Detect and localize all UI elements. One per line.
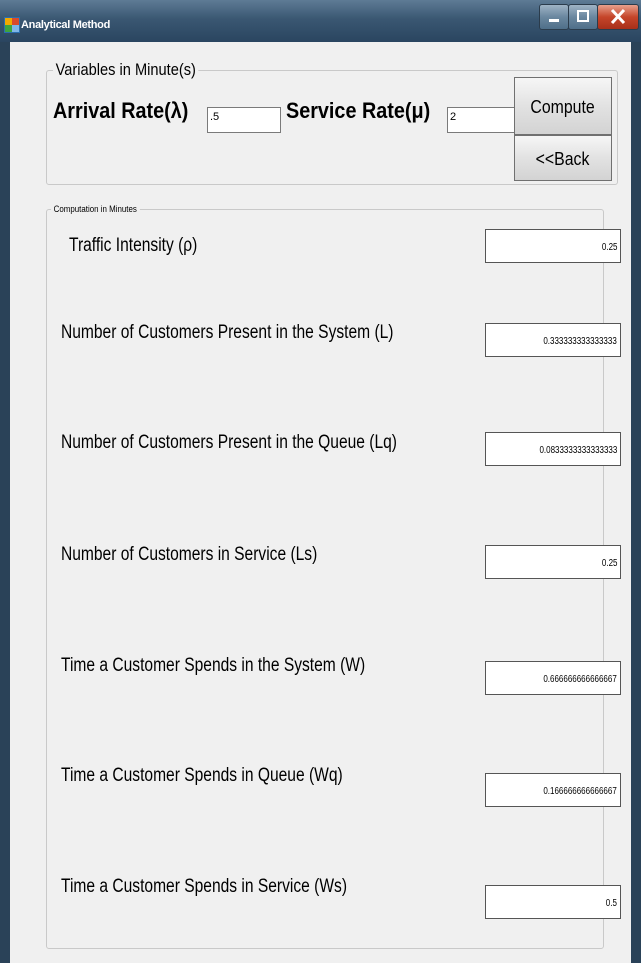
compute-button[interactable]: Compute — [514, 77, 612, 135]
variables-group: Variables in Minute(s) Arrival Rate(λ) .… — [46, 60, 618, 185]
time-in-queue-output[interactable]: 0.166666666666667 — [485, 773, 621, 807]
maximize-button[interactable] — [568, 4, 598, 30]
customers-in-service-label: Number of Customers in Service (Ls) — [61, 544, 318, 565]
minimize-icon — [549, 19, 559, 22]
time-in-service-output[interactable]: 0.5 — [485, 885, 621, 919]
traffic-intensity-output[interactable]: 0.25 — [485, 229, 621, 263]
time-in-queue-value: 0.166666666666667 — [543, 786, 617, 797]
customers-in-queue-value: 0.0833333333333333 — [539, 445, 617, 456]
client-area: Variables in Minute(s) Arrival Rate(λ) .… — [10, 42, 631, 963]
back-button-label: <<Back — [536, 149, 590, 169]
time-in-system-output[interactable]: 0.666666666666667 — [485, 661, 621, 695]
close-icon — [610, 8, 626, 25]
time-in-service-value: 0.5 — [605, 898, 617, 909]
time-in-system-label: Time a Customer Spends in the System (W) — [61, 655, 366, 676]
maximize-icon — [577, 10, 589, 22]
app-window: Analytical Method Variables in Minute(s)… — [0, 0, 641, 963]
close-button[interactable] — [597, 4, 639, 30]
time-in-system-value: 0.666666666666667 — [543, 674, 617, 685]
computation-group-label: Computation in Minutes — [51, 204, 140, 214]
title-bar[interactable]: Analytical Method — [0, 0, 641, 42]
minimize-button[interactable] — [539, 4, 569, 30]
variables-group-label: Variables in Minute(s) — [53, 60, 199, 80]
app-icon — [4, 17, 20, 33]
customers-in-system-value: 0.333333333333333 — [543, 336, 617, 347]
traffic-intensity-value: 0.25 — [601, 242, 617, 253]
arrival-rate-input[interactable]: .5 — [207, 107, 281, 133]
arrival-rate-label: Arrival Rate(λ) — [53, 98, 189, 123]
customers-in-queue-output[interactable]: 0.0833333333333333 — [485, 432, 621, 466]
customers-in-system-output[interactable]: 0.333333333333333 — [485, 323, 621, 357]
traffic-intensity-label: Traffic Intensity (ρ) — [69, 235, 198, 256]
customers-in-system-label: Number of Customers Present in the Syste… — [61, 322, 394, 343]
customers-in-service-value: 0.25 — [601, 558, 617, 569]
time-in-queue-label: Time a Customer Spends in Queue (Wq) — [61, 765, 343, 786]
customers-in-service-output[interactable]: 0.25 — [485, 545, 621, 579]
customers-in-queue-label: Number of Customers Present in the Queue… — [61, 432, 397, 453]
back-button[interactable]: <<Back — [514, 135, 612, 181]
time-in-service-label: Time a Customer Spends in Service (Ws) — [61, 876, 348, 897]
service-rate-input[interactable]: 2 — [447, 107, 515, 133]
computation-group: Computation in Minutes Traffic Intensity… — [46, 204, 621, 949]
window-title: Analytical Method — [21, 19, 111, 31]
compute-button-label: Compute — [530, 97, 596, 117]
service-rate-label: Service Rate(μ) — [286, 98, 431, 123]
